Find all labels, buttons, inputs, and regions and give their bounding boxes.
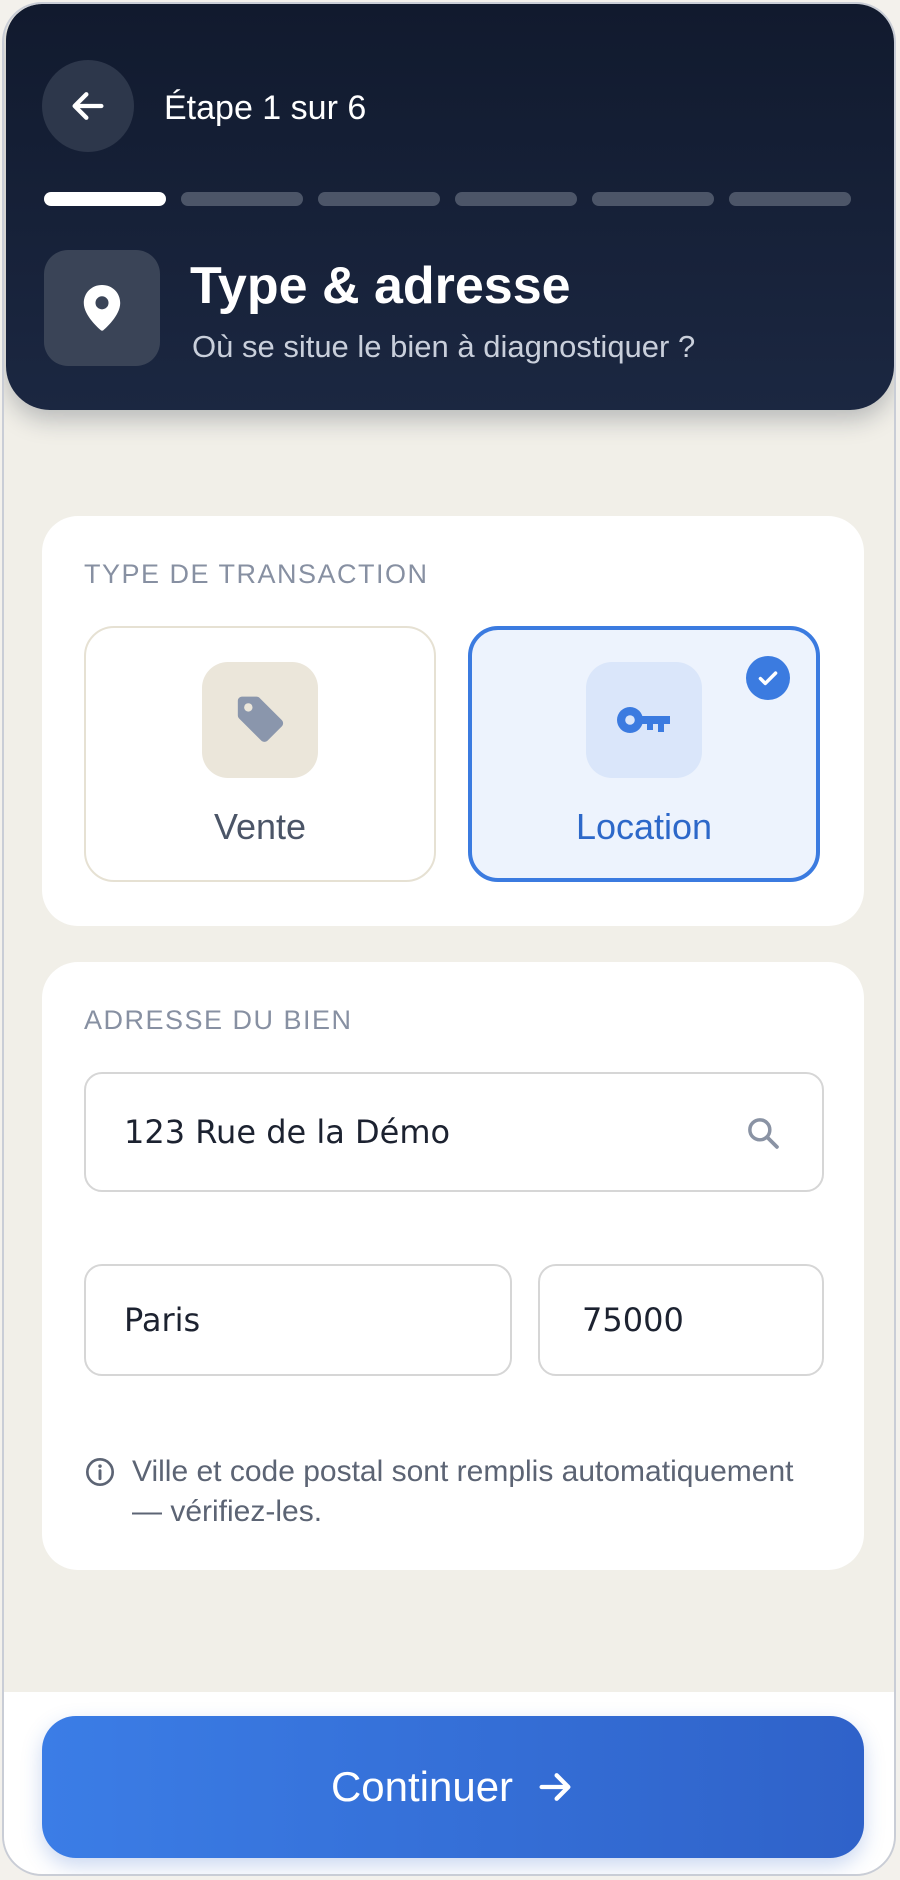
address-card: ADRESSE DU BIEN Ville et code postal son… [42, 962, 864, 1570]
postal-code-input[interactable] [582, 1266, 780, 1374]
back-button[interactable] [42, 60, 134, 152]
city-field[interactable] [84, 1264, 512, 1376]
tag-icon-badge [202, 662, 318, 778]
continue-label: Continuer [330, 1763, 514, 1810]
arrow-right-icon [539, 1773, 571, 1801]
location-pin-badge [44, 250, 160, 366]
street-input[interactable] [124, 1074, 676, 1190]
info-text: Ville et code postal sont remplis automa… [132, 1455, 794, 1528]
progress-segment [181, 192, 303, 206]
check-icon [746, 656, 790, 700]
progress-segment [455, 192, 577, 206]
header: Étape 1 sur 6 Type & adresse Où se situe… [6, 4, 894, 410]
postal-code-field[interactable] [538, 1264, 824, 1376]
step-indicator: Étape 1 sur 6 [164, 89, 367, 127]
section-label-address: ADRESSE DU BIEN [84, 1005, 353, 1035]
option-vente[interactable]: Vente [84, 626, 436, 882]
page-title: Type & adresse [190, 257, 571, 315]
tag-icon [237, 696, 284, 742]
option-label: Location [575, 806, 713, 847]
city-input[interactable] [124, 1266, 442, 1374]
key-icon-badge [586, 662, 702, 778]
progress-segment [318, 192, 440, 206]
location-pin-icon [83, 285, 121, 331]
key-icon [617, 707, 670, 733]
street-field[interactable] [84, 1072, 824, 1192]
progress-segment [592, 192, 714, 206]
option-location[interactable]: Location [468, 626, 820, 882]
arrow-left-icon [72, 92, 104, 120]
page-subtitle: Où se situe le bien à diagnostiquer ? [192, 329, 696, 364]
progress-segment [44, 192, 166, 206]
option-label: Vente [213, 806, 307, 847]
transaction-type-card: TYPE DE TRANSACTION Vente Location [42, 516, 864, 926]
info-icon [86, 1458, 114, 1486]
continue-button[interactable]: Continuer [42, 1716, 864, 1858]
section-label-transaction: TYPE DE TRANSACTION [84, 559, 429, 589]
phone-frame: Étape 1 sur 6 Type & adresse Où se situe… [2, 2, 896, 1876]
progress-segment [729, 192, 851, 206]
search-icon[interactable] [744, 1114, 782, 1152]
